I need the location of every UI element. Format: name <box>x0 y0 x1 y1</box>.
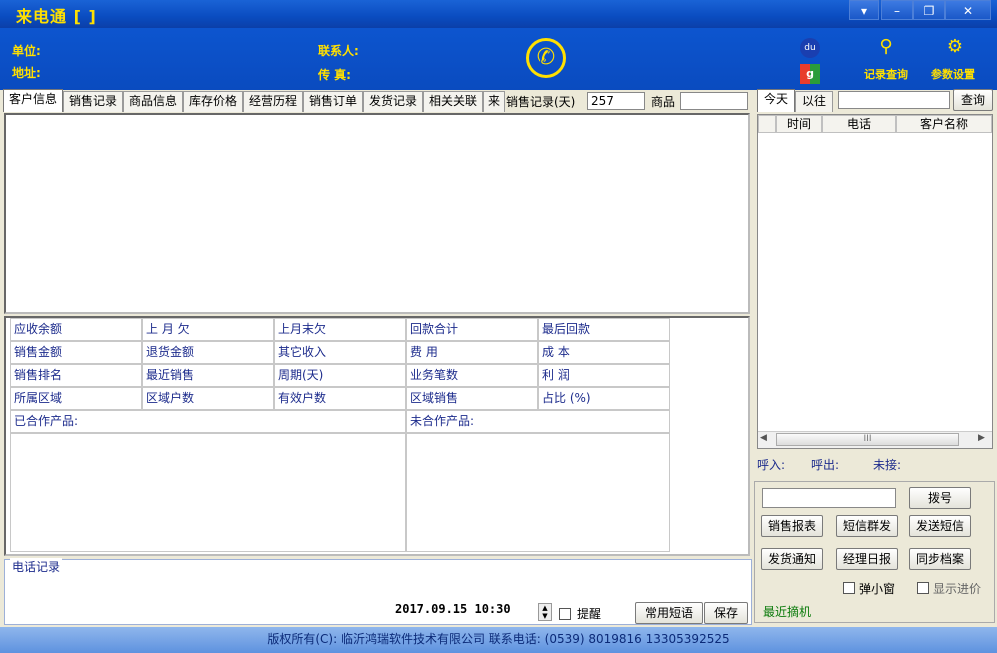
stat-region-households: 区域户数 <box>142 387 274 410</box>
sms-group-button[interactable]: 短信群发 <box>836 515 898 537</box>
not-cooperated-products-list <box>406 433 670 552</box>
show-cost-label: 显示进价 <box>933 582 982 596</box>
unit-label: 单位: <box>12 44 41 58</box>
fax-label: 传 真: <box>318 68 351 82</box>
common-phrases-button[interactable]: 常用短语 <box>635 602 703 624</box>
phone-icon: ✆ <box>526 38 566 78</box>
baidu-search-icon[interactable]: du <box>800 38 820 58</box>
call-list-corner <box>758 115 776 133</box>
remind-checkbox[interactable] <box>559 606 571 620</box>
stat-cost: 成 本 <box>538 341 670 364</box>
param-settings-button[interactable]: 参数设置 <box>931 66 975 82</box>
goods-label: 商品 <box>651 95 676 109</box>
dial-button[interactable]: 拨号 <box>909 487 971 509</box>
time-spinner[interactable]: ▲ ▼ <box>538 603 552 621</box>
record-query-button[interactable]: 记录查询 <box>864 66 908 82</box>
phone-log-datetime: 2017.09.15 10:30 <box>395 602 511 616</box>
column-phone[interactable]: 电话 <box>822 115 896 133</box>
contact-label: 联系人: <box>318 44 359 58</box>
google-search-icon[interactable]: g <box>800 64 820 84</box>
stat-cycle-days: 周期(天) <box>274 364 406 387</box>
stat-recent-sale: 最近销售 <box>142 364 274 387</box>
tab-goods-info[interactable]: 商品信息 <box>123 91 183 112</box>
stat-last-payment: 最后回款 <box>538 318 670 341</box>
stat-receivable: 应收余额 <box>10 318 142 341</box>
sales-days-label: 销售记录(天) <box>506 95 576 109</box>
not-cooperated-products-label: 未合作产品: <box>406 410 670 433</box>
tab-sales-records[interactable]: 销售记录 <box>63 91 123 112</box>
column-time[interactable]: 时间 <box>776 115 822 133</box>
close-button[interactable]: ✕ <box>945 0 991 20</box>
sync-archive-button[interactable]: 同步档案 <box>909 548 971 570</box>
query-button[interactable]: 查询 <box>953 89 993 111</box>
call-search-input[interactable] <box>838 91 950 109</box>
tab-before[interactable]: 以往 <box>795 91 833 112</box>
stat-payment-total: 回款合计 <box>406 318 538 341</box>
scroll-left-icon[interactable]: ◀ <box>760 433 767 443</box>
send-sms-button[interactable]: 发送短信 <box>909 515 971 537</box>
phone-log-label: 电话记录 <box>10 558 63 575</box>
cooperated-products-label: 已合作产品: <box>10 410 406 433</box>
stat-active-households: 有效户数 <box>274 387 406 410</box>
tab-today[interactable]: 今天 <box>757 89 795 112</box>
recent-pick-label: 最近摘机 <box>763 605 812 619</box>
search-icon[interactable]: ⚲ <box>874 36 898 57</box>
tab-stock-price[interactable]: 库存价格 <box>183 91 243 112</box>
sales-report-button[interactable]: 销售报表 <box>761 515 823 537</box>
stat-profit: 利 润 <box>538 364 670 387</box>
save-button[interactable]: 保存 <box>704 602 748 624</box>
column-customer-name[interactable]: 客户名称 <box>896 115 992 133</box>
stat-region-sales: 区域销售 <box>406 387 538 410</box>
scroll-right-icon[interactable]: ▶ <box>978 433 985 443</box>
status-bar: 版权所有(C): 临沂鸿瑞软件技术有限公司 联系电话: (0539) 80198… <box>0 627 997 653</box>
outgoing-label: 呼出: <box>811 458 840 472</box>
stat-ratio: 占比 (%) <box>538 387 670 410</box>
ship-notice-button[interactable]: 发货通知 <box>761 548 823 570</box>
tab-incoming[interactable]: 来 <box>483 91 505 112</box>
stat-transaction-count: 业务笔数 <box>406 364 538 387</box>
goods-input[interactable] <box>680 92 748 110</box>
menu-dropdown-button[interactable]: ▾ <box>849 0 879 20</box>
tab-shipping-records[interactable]: 发货记录 <box>363 91 423 112</box>
tab-customer-info[interactable]: 客户信息 <box>3 89 63 112</box>
popup-small-checkbox[interactable] <box>843 580 855 594</box>
customer-info-panel <box>4 113 750 314</box>
dial-input[interactable] <box>762 488 896 508</box>
minimize-button[interactable]: – <box>881 0 913 20</box>
call-list <box>757 114 993 449</box>
address-label: 地址: <box>12 66 41 80</box>
cooperated-products-list <box>10 433 406 552</box>
restore-button[interactable]: ❐ <box>913 0 945 20</box>
tab-sales-orders[interactable]: 销售订单 <box>303 91 363 112</box>
stat-other-income: 其它收入 <box>274 341 406 364</box>
stat-last-month-owed: 上 月 欠 <box>142 318 274 341</box>
stat-expense: 费 用 <box>406 341 538 364</box>
header-panel <box>0 28 997 90</box>
gear-icon[interactable]: ⚙ <box>943 36 967 57</box>
remind-label: 提醒 <box>577 607 602 621</box>
stat-region: 所属区域 <box>10 387 142 410</box>
stat-sales-rank: 销售排名 <box>10 364 142 387</box>
show-cost-checkbox[interactable] <box>917 580 929 594</box>
tab-related[interactable]: 相关关联 <box>423 91 483 112</box>
window-title: 来电通 [ ] <box>16 7 97 26</box>
title-bar <box>0 0 997 28</box>
scrollbar-thumb[interactable]: III <box>776 433 959 446</box>
incoming-label: 呼入: <box>757 458 786 472</box>
missed-label: 未接: <box>873 458 902 472</box>
stat-return-amount: 退货金额 <box>142 341 274 364</box>
popup-small-label: 弹小窗 <box>859 582 896 596</box>
stat-sales-amount: 销售金额 <box>10 341 142 364</box>
sales-days-input[interactable]: 257 <box>587 92 645 110</box>
tab-business-history[interactable]: 经营历程 <box>243 91 303 112</box>
stat-last-month-end: 上月末欠 <box>274 318 406 341</box>
manager-daily-button[interactable]: 经理日报 <box>836 548 898 570</box>
